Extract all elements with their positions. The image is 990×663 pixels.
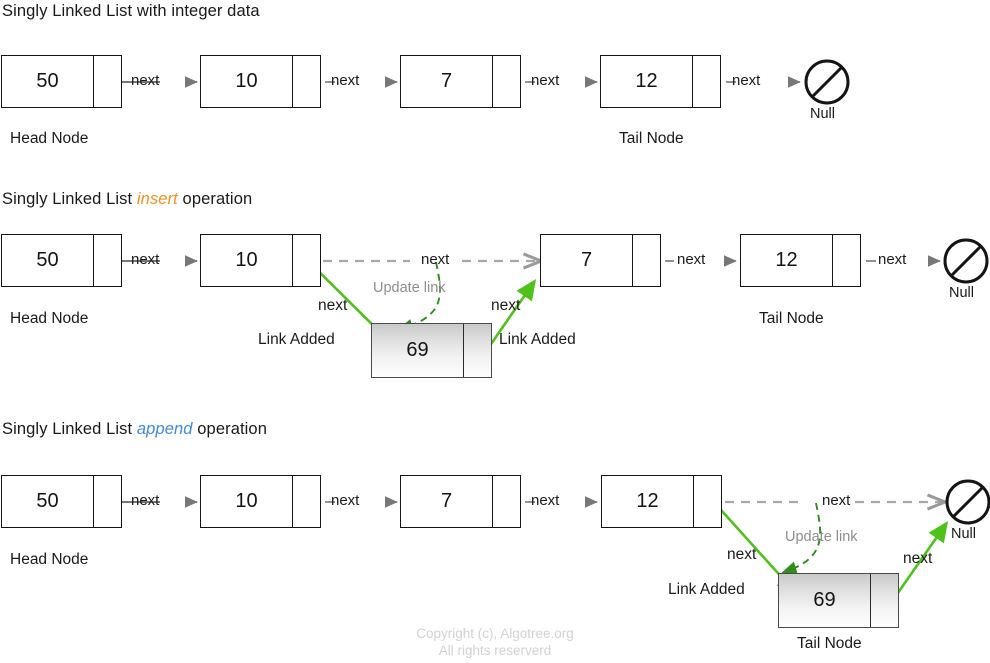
link-label-next: next [131, 72, 160, 89]
null-symbol-row1 [804, 59, 850, 105]
link-label-next: next [331, 72, 360, 89]
node-insert-3: 12 [740, 234, 861, 287]
node-append-new: 69 [778, 573, 899, 628]
link-label-next: next [878, 251, 907, 268]
section-title-basic: Singly Linked List with integer data [2, 2, 260, 21]
node-basic-3: 12 [600, 55, 721, 108]
head-node-label: Head Node [10, 310, 89, 327]
update-link-label: Update link [373, 280, 446, 296]
link-label-next: next [531, 492, 560, 509]
node-value: 50 [2, 56, 94, 107]
copyright-line-2: All rights reserverd [438, 643, 552, 658]
link-added-label-left: Link Added [258, 331, 335, 348]
node-pointer-cell [94, 476, 121, 527]
link-added-label-right: Link Added [499, 331, 576, 348]
dashed-link-label-next: next [421, 251, 450, 268]
link-label-next: next [131, 251, 160, 268]
section-title-append: Singly Linked List append operation [2, 420, 267, 439]
node-value: 10 [201, 56, 293, 107]
null-label: Null [949, 285, 974, 301]
null-label: Null [951, 526, 976, 542]
node-append-0: 50 [1, 475, 122, 528]
node-value: 12 [741, 235, 833, 286]
diagram-canvas: Singly Linked List with integer data 50 … [0, 0, 990, 663]
new-link-label-next-right: next [903, 550, 933, 567]
node-insert-0: 50 [1, 234, 122, 287]
dashed-link-label-next: next [822, 492, 851, 509]
tail-node-label: Tail Node [619, 130, 684, 147]
node-append-3: 12 [601, 475, 722, 528]
node-value: 69 [779, 574, 871, 627]
title-suffix: with integer data [136, 2, 260, 20]
copyright-footer: Copyright (c), Algotree.org All rights r… [0, 625, 990, 659]
node-pointer-cell [493, 56, 520, 107]
node-append-2: 7 [400, 475, 521, 528]
link-label-next: next [531, 72, 560, 89]
title-prefix: Singly Linked List [2, 190, 133, 208]
tail-node-label: Tail Node [759, 310, 824, 327]
node-basic-0: 50 [1, 55, 122, 108]
node-value: 12 [601, 56, 693, 107]
node-pointer-cell [293, 476, 320, 527]
node-pointer-cell [633, 235, 660, 286]
new-link-label-next-right: next [491, 297, 521, 314]
null-symbol-row3 [945, 479, 990, 525]
node-pointer-cell [693, 56, 720, 107]
copyright-line-1: Copyright (c), Algotree.org [416, 626, 574, 641]
node-basic-2: 7 [400, 55, 521, 108]
node-insert-new: 69 [371, 323, 492, 378]
node-pointer-cell [694, 476, 721, 527]
link-added-label: Link Added [668, 581, 745, 598]
link-label-next: next [331, 492, 360, 509]
node-value: 50 [2, 476, 94, 527]
node-value: 10 [201, 476, 293, 527]
node-pointer-cell [94, 235, 121, 286]
title-keyword-append: append [136, 420, 193, 438]
head-node-label: Head Node [10, 130, 89, 147]
node-pointer-cell [464, 324, 491, 377]
new-link-label-next-left: next [727, 546, 757, 563]
link-label-next: next [677, 251, 706, 268]
node-pointer-cell [293, 56, 320, 107]
node-pointer-cell [493, 476, 520, 527]
null-label: Null [810, 106, 835, 122]
node-value: 7 [401, 476, 493, 527]
node-append-1: 10 [200, 475, 321, 528]
link-label-next: next [131, 492, 160, 509]
node-value: 69 [372, 324, 464, 377]
node-insert-1: 10 [200, 234, 321, 287]
new-link-label-next-left: next [318, 297, 348, 314]
node-insert-2: 7 [540, 234, 661, 287]
node-value: 12 [602, 476, 694, 527]
title-prefix: Singly Linked List [2, 420, 133, 438]
title-suffix: operation [182, 190, 253, 208]
section-title-insert: Singly Linked List insert operation [2, 190, 252, 209]
title-prefix: Singly Linked List [2, 2, 133, 20]
link-label-next: next [732, 72, 761, 89]
node-pointer-cell [293, 235, 320, 286]
head-node-label: Head Node [10, 551, 89, 568]
node-pointer-cell [94, 56, 121, 107]
node-value: 50 [2, 235, 94, 286]
null-symbol-row2 [943, 238, 989, 284]
title-suffix: operation [197, 420, 267, 438]
node-value: 7 [541, 235, 633, 286]
update-link-label: Update link [785, 529, 858, 545]
node-value: 7 [401, 56, 493, 107]
node-pointer-cell [871, 574, 898, 627]
node-pointer-cell [833, 235, 860, 286]
node-value: 10 [201, 235, 293, 286]
title-keyword-insert: insert [136, 190, 178, 208]
node-basic-1: 10 [200, 55, 321, 108]
